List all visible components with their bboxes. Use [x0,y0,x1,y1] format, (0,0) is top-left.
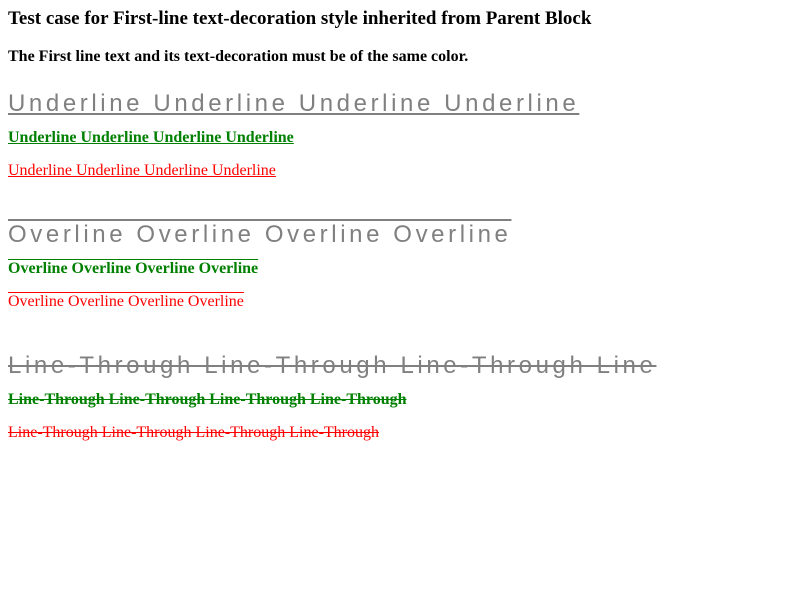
overline-first-line: Overline Overline Overline Overline [8,221,512,248]
line-through-red-line: Line-Through Line-Through Line-Through L… [8,424,379,441]
overline-red-line: Overline Overline Overline Overline [8,293,244,310]
page-title: Test case for First-line text-decoration… [8,8,592,29]
test-page: Test case for First-line text-decoration… [0,0,800,600]
line-through-first-line: Line-Through Line-Through Line-Through L… [8,352,657,379]
line-through-green-line: Line-Through Line-Through Line-Through L… [8,391,407,408]
underline-red-line: Underline Underline Underline Underline [8,162,276,179]
instruction-text: The First line text and its text-decorat… [8,48,469,65]
underline-green-line: Underline Underline Underline Underline [8,129,294,146]
underline-first-line: Underline Underline Underline Underline [8,90,580,117]
overline-green-line: Overline Overline Overline Overline [8,260,259,277]
